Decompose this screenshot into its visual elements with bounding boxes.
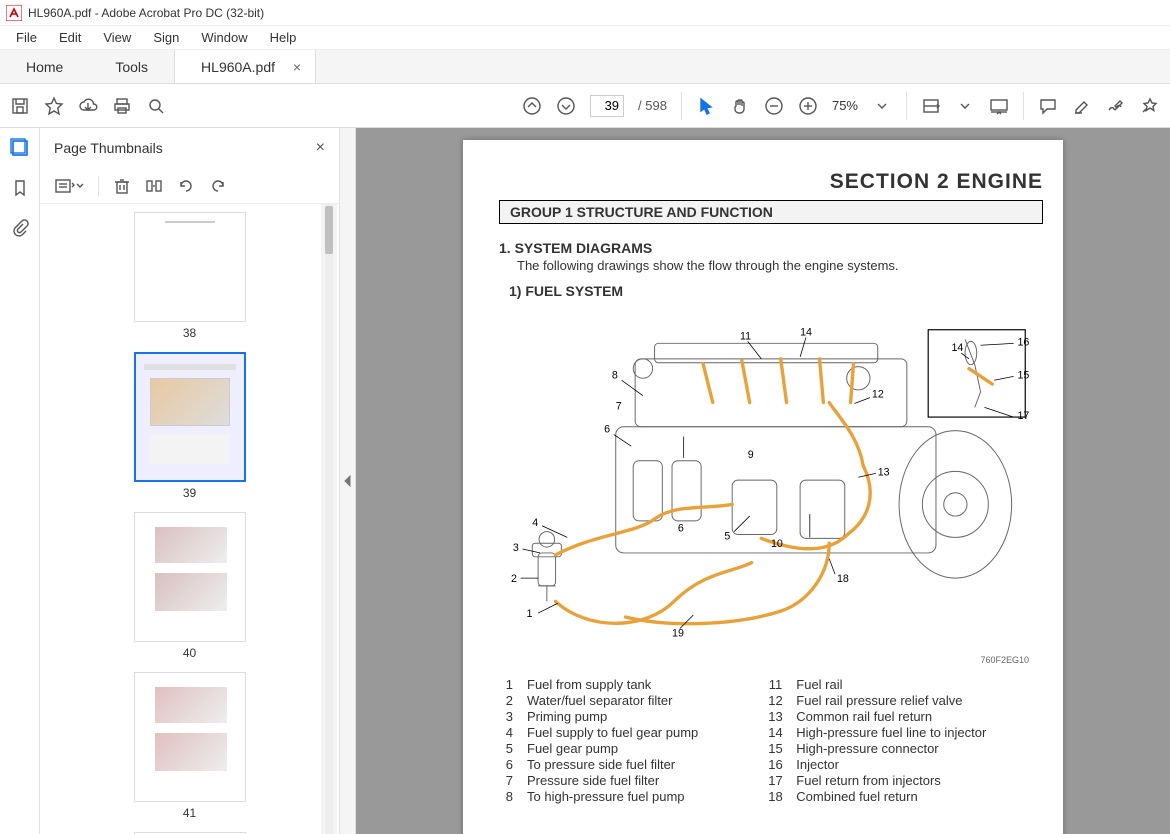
- cloud-icon[interactable]: [78, 96, 98, 116]
- thumb-size-icon[interactable]: [145, 177, 163, 195]
- thumbnail-40[interactable]: 40: [134, 512, 246, 660]
- svg-text:7: 7: [616, 400, 622, 412]
- body-text: The following drawings show the flow thr…: [517, 258, 1043, 273]
- page-number-input[interactable]: [590, 95, 624, 117]
- menu-file[interactable]: File: [6, 28, 47, 47]
- rotate-ccw-icon[interactable]: [177, 177, 195, 195]
- svg-text:15: 15: [1017, 369, 1029, 381]
- tab-document[interactable]: HL960A.pdf ×: [174, 50, 316, 83]
- toolbar: / 598 75%: [0, 84, 1170, 128]
- tab-tools[interactable]: Tools: [89, 50, 174, 83]
- thumbnail-41[interactable]: 41: [134, 672, 246, 820]
- thumbnails-scrollbar[interactable]: [321, 204, 337, 834]
- thumbnails-rail-icon[interactable]: [8, 136, 32, 160]
- section-title: SECTION 2 ENGINE: [499, 170, 1043, 194]
- menu-view[interactable]: View: [93, 28, 141, 47]
- fit-width-icon[interactable]: [921, 96, 941, 116]
- svg-text:9: 9: [748, 449, 754, 461]
- zoom-dropdown-icon[interactable]: [872, 96, 892, 116]
- legend-col-left: 1Fuel from supply tank 2Water/fuel separ…: [499, 677, 698, 804]
- title-bar: HL960A.pdf - Adobe Acrobat Pro DC (32-bi…: [0, 0, 1170, 26]
- thumb-options-icon[interactable]: [54, 179, 84, 193]
- bookmark-rail-icon[interactable]: [8, 176, 32, 200]
- print-icon[interactable]: [112, 96, 132, 116]
- svg-text:10: 10: [771, 538, 783, 550]
- menu-window[interactable]: Window: [191, 28, 257, 47]
- svg-text:16: 16: [1017, 336, 1029, 348]
- svg-text:19: 19: [672, 627, 684, 639]
- tab-document-label: HL960A.pdf: [201, 59, 275, 75]
- svg-text:3: 3: [513, 542, 519, 554]
- sign-icon[interactable]: [1106, 96, 1126, 116]
- svg-text:13: 13: [878, 466, 890, 478]
- svg-text:5: 5: [724, 530, 730, 542]
- svg-text:14: 14: [951, 342, 963, 354]
- heading-1: 1. SYSTEM DIAGRAMS: [499, 240, 1043, 256]
- read-mode-icon[interactable]: [989, 96, 1009, 116]
- zoom-level[interactable]: 75%: [832, 98, 858, 113]
- document-page: SECTION 2 ENGINE GROUP 1 STRUCTURE AND F…: [463, 140, 1063, 834]
- svg-text:17: 17: [1017, 410, 1029, 422]
- svg-text:11: 11: [740, 330, 751, 342]
- group-title: GROUP 1 STRUCTURE AND FUNCTION: [499, 200, 1043, 224]
- document-viewport[interactable]: SECTION 2 ENGINE GROUP 1 STRUCTURE AND F…: [356, 128, 1170, 834]
- more-tools-icon[interactable]: [1140, 96, 1160, 116]
- highlight-icon[interactable]: [1072, 96, 1092, 116]
- menu-edit[interactable]: Edit: [49, 28, 91, 47]
- hand-icon[interactable]: [730, 96, 750, 116]
- menu-help[interactable]: Help: [260, 28, 307, 47]
- star-icon[interactable]: [44, 96, 64, 116]
- window-title: HL960A.pdf - Adobe Acrobat Pro DC (32-bi…: [28, 6, 264, 20]
- attachment-rail-icon[interactable]: [8, 216, 32, 240]
- fit-dropdown-icon[interactable]: [955, 96, 975, 116]
- menu-bar: File Edit View Sign Window Help: [0, 26, 1170, 50]
- svg-text:6: 6: [604, 424, 610, 436]
- thumbnail-38[interactable]: 38: [134, 212, 246, 340]
- legend-col-right: 11Fuel rail 12Fuel rail pressure relief …: [768, 677, 986, 804]
- tab-home[interactable]: Home: [0, 50, 89, 83]
- svg-text:1: 1: [526, 608, 532, 620]
- left-rail: [0, 128, 40, 834]
- svg-text:2: 2: [511, 573, 517, 585]
- heading-2: 1) FUEL SYSTEM: [509, 283, 1043, 299]
- svg-text:4: 4: [532, 517, 538, 529]
- page-up-icon[interactable]: [522, 96, 542, 116]
- thumbnail-39[interactable]: 39: [134, 352, 246, 500]
- close-panel-icon[interactable]: ×: [316, 139, 325, 157]
- delete-thumb-icon[interactable]: [113, 177, 131, 195]
- diagram-legend: 1Fuel from supply tank 2Water/fuel separ…: [499, 677, 1043, 804]
- svg-text:8: 8: [612, 369, 618, 381]
- tab-close-icon[interactable]: ×: [293, 59, 301, 75]
- thumbnails-title: Page Thumbnails: [54, 140, 163, 156]
- comment-icon[interactable]: [1038, 96, 1058, 116]
- svg-text:6: 6: [678, 523, 684, 535]
- svg-text:14: 14: [800, 327, 812, 339]
- collapse-panel-button[interactable]: [340, 128, 356, 834]
- thumbnails-list: 38 39 40: [40, 204, 339, 834]
- svg-text:18: 18: [837, 573, 849, 585]
- pointer-icon[interactable]: [696, 96, 716, 116]
- acrobat-icon: [6, 5, 22, 21]
- zoom-in-icon[interactable]: [798, 96, 818, 116]
- page-down-icon[interactable]: [556, 96, 576, 116]
- engine-diagram: 1 2 3 4 5 6 7 8 10 11 12 13 14 14: [509, 305, 1033, 665]
- thumbnails-panel: Page Thumbnails × 38 39: [40, 128, 340, 834]
- search-icon[interactable]: [146, 96, 166, 116]
- save-icon[interactable]: [10, 96, 30, 116]
- page-total: / 598: [638, 98, 667, 113]
- svg-text:12: 12: [872, 389, 884, 401]
- tab-bar: Home Tools HL960A.pdf ×: [0, 50, 1170, 84]
- zoom-out-icon[interactable]: [764, 96, 784, 116]
- main-area: Page Thumbnails × 38 39: [0, 128, 1170, 834]
- rotate-cw-icon[interactable]: [209, 177, 227, 195]
- diagram-id: 760F2EG10: [980, 655, 1029, 665]
- menu-sign[interactable]: Sign: [143, 28, 189, 47]
- thumbnails-tools: [40, 168, 339, 204]
